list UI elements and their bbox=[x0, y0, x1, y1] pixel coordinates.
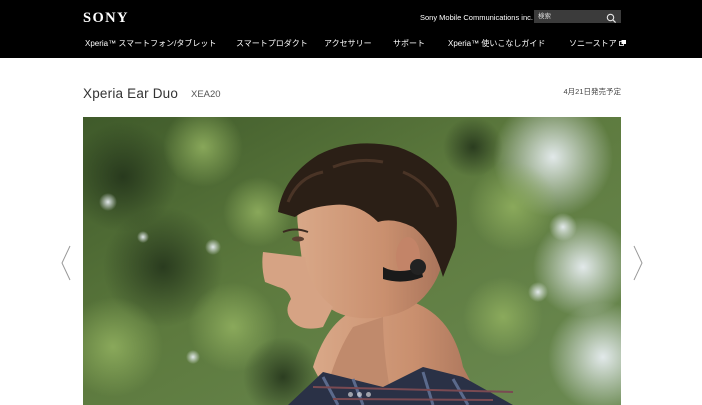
hero-image bbox=[83, 117, 621, 405]
carousel-indicators bbox=[348, 392, 378, 398]
carousel-dot[interactable] bbox=[357, 392, 362, 397]
chevron-right-icon bbox=[633, 245, 643, 281]
chevron-left-icon bbox=[61, 245, 71, 281]
nav-item-support[interactable]: サポート bbox=[393, 38, 425, 49]
company-name: Sony Mobile Communications inc. bbox=[420, 13, 533, 22]
nav-item-label: Xperia™ 使いこなしガイド bbox=[448, 39, 546, 48]
release-date: 4月21日発売予定 bbox=[563, 87, 621, 96]
carousel-dot[interactable] bbox=[366, 392, 371, 397]
hero-photo bbox=[83, 117, 621, 405]
nav-item-label: ソニーストア bbox=[569, 39, 617, 48]
nav-item-xperia-devices[interactable]: Xperia™ スマートフォン/タブレット bbox=[85, 38, 216, 49]
external-link-icon bbox=[618, 39, 626, 48]
search-input[interactable] bbox=[534, 10, 604, 23]
product-name: Xperia Ear Duo bbox=[83, 86, 179, 101]
carousel-next-button[interactable] bbox=[633, 245, 643, 281]
search-icon[interactable] bbox=[606, 11, 617, 24]
carousel-prev-button[interactable] bbox=[61, 245, 71, 281]
main-nav: Xperia™ スマートフォン/タブレット スマートプロダクト アクセサリー サ… bbox=[0, 38, 702, 52]
nav-item-label: アクセサリー bbox=[324, 39, 372, 48]
product-title-row: Xperia Ear Duo XEA20 4月21日発売予定 bbox=[0, 80, 702, 108]
nav-item-label: サポート bbox=[393, 39, 425, 48]
nav-item-label: スマートプロダクト bbox=[236, 39, 308, 48]
nav-item-usage-guide[interactable]: Xperia™ 使いこなしガイド bbox=[448, 38, 545, 49]
site-header: SONY Sony Mobile Communications inc. Xpe… bbox=[0, 0, 702, 58]
sony-logo[interactable]: SONY bbox=[83, 10, 129, 27]
search-box bbox=[534, 10, 621, 24]
nav-item-smart-products[interactable]: スマートプロダクト bbox=[236, 38, 308, 49]
nav-item-sony-store[interactable]: ソニーストア bbox=[569, 38, 626, 49]
nav-item-label: Xperia™ スマートフォン/タブレット bbox=[85, 39, 217, 48]
nav-item-accessories[interactable]: アクセサリー bbox=[324, 38, 372, 49]
product-model: XEA20 bbox=[191, 89, 221, 100]
carousel-dot[interactable] bbox=[348, 392, 353, 397]
